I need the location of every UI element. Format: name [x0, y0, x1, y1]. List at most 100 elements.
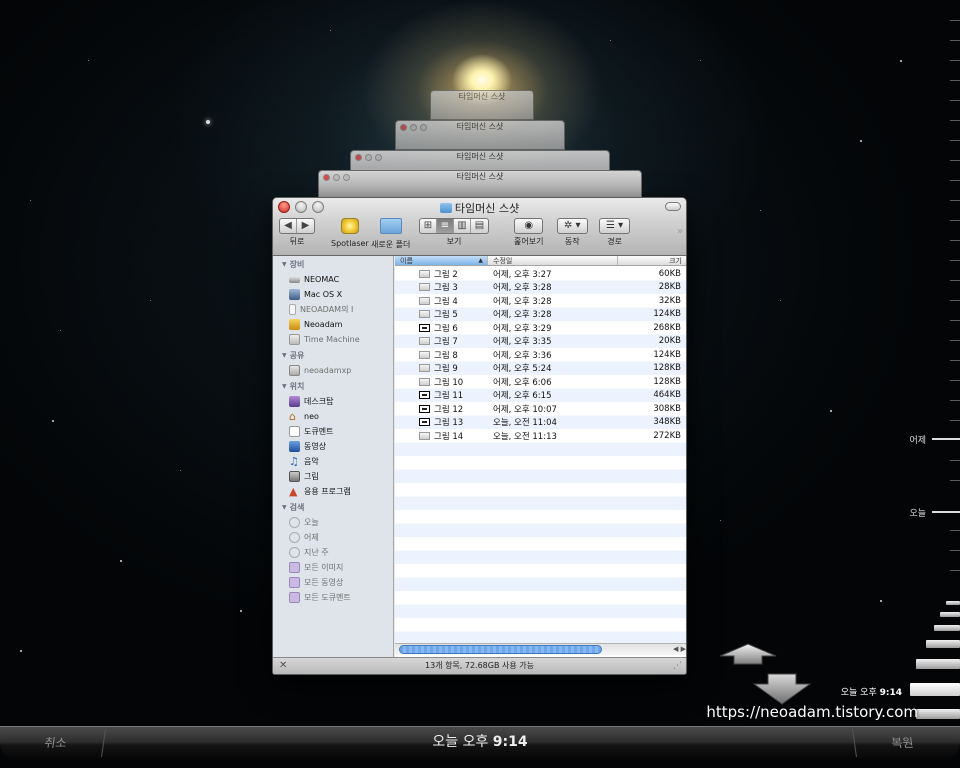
new-folder-button[interactable]: 새로운 폴더 — [371, 218, 410, 250]
pictures-icon — [289, 471, 300, 482]
path-button[interactable]: ☰ ▾ 경로 — [599, 218, 631, 247]
coverflow-view-icon[interactable]: ▤ — [471, 219, 488, 233]
sidebar-item-pictures[interactable]: 그림 — [273, 469, 393, 484]
image-file-icon — [419, 310, 430, 319]
folder-icon — [439, 203, 452, 213]
history-window-title: 타임머신 스샷 — [456, 172, 504, 181]
table-row[interactable]: 그림 2 어제, 오후 3:27 60KB — [395, 267, 686, 281]
sidebar-item-today[interactable]: 오늘 — [273, 515, 393, 530]
timeline-snapshot[interactable] — [926, 640, 960, 648]
sidebar-item-all-images[interactable]: 모든 이미지 — [273, 560, 393, 575]
table-row[interactable]: 그림 7 어제, 오후 3:35 20KB — [395, 335, 686, 349]
view-mode-group: ⊞ ≡ ▥ ▤ 보기 — [419, 218, 489, 247]
status-bar: ✕ 13개 항목, 72.68GB 사용 가능 ⋰ — [273, 657, 686, 674]
table-row[interactable]: 그림 12 어제, 오후 10:07 308KB — [395, 402, 686, 416]
table-row[interactable]: 그림 9 어제, 오후 5:24 128KB — [395, 362, 686, 376]
scroll-arrows-icon[interactable]: ◀ ▶ — [673, 644, 686, 655]
history-window-4[interactable]: 타임머신 스샷 — [430, 90, 534, 120]
sidebar-item-ipod[interactable]: NEOADAM의 I — [273, 302, 393, 317]
status-text: 13개 항목, 72.68GB 사용 가능 — [424, 661, 534, 670]
image-file-icon — [419, 350, 430, 359]
toolbar-overflow-icon[interactable]: » — [677, 226, 683, 237]
smart-folder-icon — [289, 562, 300, 573]
table-row[interactable]: 그림 6 어제, 오후 3:29 268KB — [395, 321, 686, 335]
scrollbar-thumb[interactable] — [399, 645, 602, 654]
timeline-snapshot[interactable] — [916, 659, 960, 669]
pin-icon: ✕ — [279, 660, 288, 671]
sidebar-item-documents[interactable]: 도큐멘트 — [273, 424, 393, 439]
timeline-label-today: 오늘 — [909, 509, 926, 519]
table-row[interactable]: 그림 14 오늘, 오전 11:13 272KB — [395, 429, 686, 443]
timeline-snapshot[interactable] — [916, 709, 960, 719]
column-view-icon[interactable]: ▥ — [454, 219, 471, 233]
restore-button[interactable]: 복원 — [852, 729, 952, 757]
bottom-bar: 취소 오늘 오후 9:14 복원 — [0, 726, 960, 760]
table-row[interactable]: 그림 4 어제, 오후 3:28 32KB — [395, 294, 686, 308]
gear-icon: ✲ ▾ — [557, 218, 588, 234]
timeline[interactable] — [946, 0, 960, 768]
file-list: 이름 ▲ 수정일 크기 그림 2 어제, 오후 3:27 60KB 그림 3 어제, … — [395, 256, 686, 659]
table-row[interactable]: 그림 10 어제, 오후 6:06 128KB — [395, 375, 686, 389]
back-arrow-icon[interactable]: ◀ — [280, 219, 297, 233]
sidebar-item-home[interactable]: ⌂ neo — [273, 409, 393, 424]
finder-window: 타임머신 스샷 ◀ ▶ 뒤로 Spotlaser 새로운 폴더 ⊞ ≡ ▥ ▤ 보… — [272, 197, 687, 675]
spotlaser-button[interactable]: Spotlaser — [331, 218, 369, 248]
ipod-icon — [289, 304, 296, 315]
table-row[interactable]: 그림 3 어제, 오후 3:28 28KB — [395, 281, 686, 295]
table-row[interactable]: 그림 13 오늘, 오전 11:04 348KB — [395, 416, 686, 430]
sidebar-item-neoadamxp[interactable]: neoadamxp — [273, 363, 393, 378]
movies-icon — [289, 441, 300, 452]
traffic-lights — [400, 124, 427, 131]
column-header-name[interactable]: 이름 ▲ — [395, 256, 488, 265]
sidebar-item-movies[interactable]: 동영상 — [273, 439, 393, 454]
sidebar-item-neoadam[interactable]: Neoadam — [273, 317, 393, 332]
list-view-icon[interactable]: ≡ — [437, 219, 454, 233]
sidebar: 장비 NEOMAC Mac OS X NEOADAM의 I Neoadam Ti… — [273, 256, 394, 659]
forward-arrow-icon[interactable]: ▶ — [297, 219, 314, 233]
sidebar-header-places: 위치 — [273, 380, 393, 394]
timeline-snapshot[interactable] — [940, 612, 960, 617]
sidebar-item-yesterday[interactable]: 어제 — [273, 530, 393, 545]
sidebar-header-shared: 공유 — [273, 349, 393, 363]
sidebar-item-all-movies[interactable]: 모든 동영상 — [273, 575, 393, 590]
toolbar: 타임머신 스샷 ◀ ▶ 뒤로 Spotlaser 새로운 폴더 ⊞ ≡ ▥ ▤ 보… — [273, 198, 686, 256]
table-row[interactable]: 그림 5 어제, 오후 3:28 124KB — [395, 308, 686, 322]
window-title: 타임머신 스샷 — [273, 200, 686, 216]
toolbar-toggle-button[interactable] — [665, 202, 681, 211]
timeline-snapshot-current[interactable] — [910, 683, 960, 696]
timeline-snapshot[interactable] — [946, 601, 960, 605]
quicklook-button[interactable]: ◉ 훑어보기 — [514, 218, 544, 247]
spotlaser-icon — [340, 218, 359, 234]
timeline-marker-today[interactable] — [932, 511, 960, 513]
action-button[interactable]: ✲ ▾ 동작 — [557, 218, 588, 247]
horizontal-scrollbar[interactable]: ◀ ▶ — [395, 643, 686, 655]
clock-icon — [289, 547, 300, 558]
sidebar-item-last-week[interactable]: 지난 주 — [273, 545, 393, 560]
hard-drive-icon — [289, 289, 300, 300]
sidebar-item-desktop[interactable]: 데스크탑 — [273, 394, 393, 409]
clock-icon — [289, 517, 300, 528]
timeline-marker-yesterday[interactable] — [932, 438, 960, 440]
column-header-date[interactable]: 수정일 — [488, 256, 618, 265]
image-file-icon — [419, 323, 430, 332]
path-icon: ☰ ▾ — [599, 218, 631, 234]
sidebar-item-macosx[interactable]: Mac OS X — [273, 287, 393, 302]
sidebar-item-time-machine[interactable]: Time Machine — [273, 332, 393, 347]
resize-grip-icon[interactable]: ⋰ — [673, 658, 682, 674]
image-file-icon — [419, 418, 430, 427]
icon-view-icon[interactable]: ⊞ — [420, 219, 437, 233]
watermark: https://neoadam.tistory.com — [706, 703, 918, 721]
timeline-snapshot[interactable] — [934, 625, 960, 631]
column-header-size[interactable]: 크기 — [618, 256, 686, 265]
sidebar-item-applications[interactable]: ▲ 응용 프로그램 — [273, 484, 393, 499]
sidebar-item-all-documents[interactable]: 모든 도큐멘트 — [273, 590, 393, 605]
table-row[interactable]: 그림 8 어제, 오후 3:36 124KB — [395, 348, 686, 362]
clock-icon — [289, 532, 300, 543]
sidebar-item-neomac[interactable]: NEOMAC — [273, 272, 393, 287]
table-row[interactable]: 그림 11 어제, 오후 6:15 464KB — [395, 389, 686, 403]
image-file-icon — [419, 283, 430, 292]
image-file-icon — [419, 337, 430, 346]
sidebar-item-music[interactable]: ♫ 음악 — [273, 454, 393, 469]
music-icon: ♫ — [289, 455, 299, 468]
history-window-3[interactable]: 타임머신 스샷 — [395, 120, 565, 150]
